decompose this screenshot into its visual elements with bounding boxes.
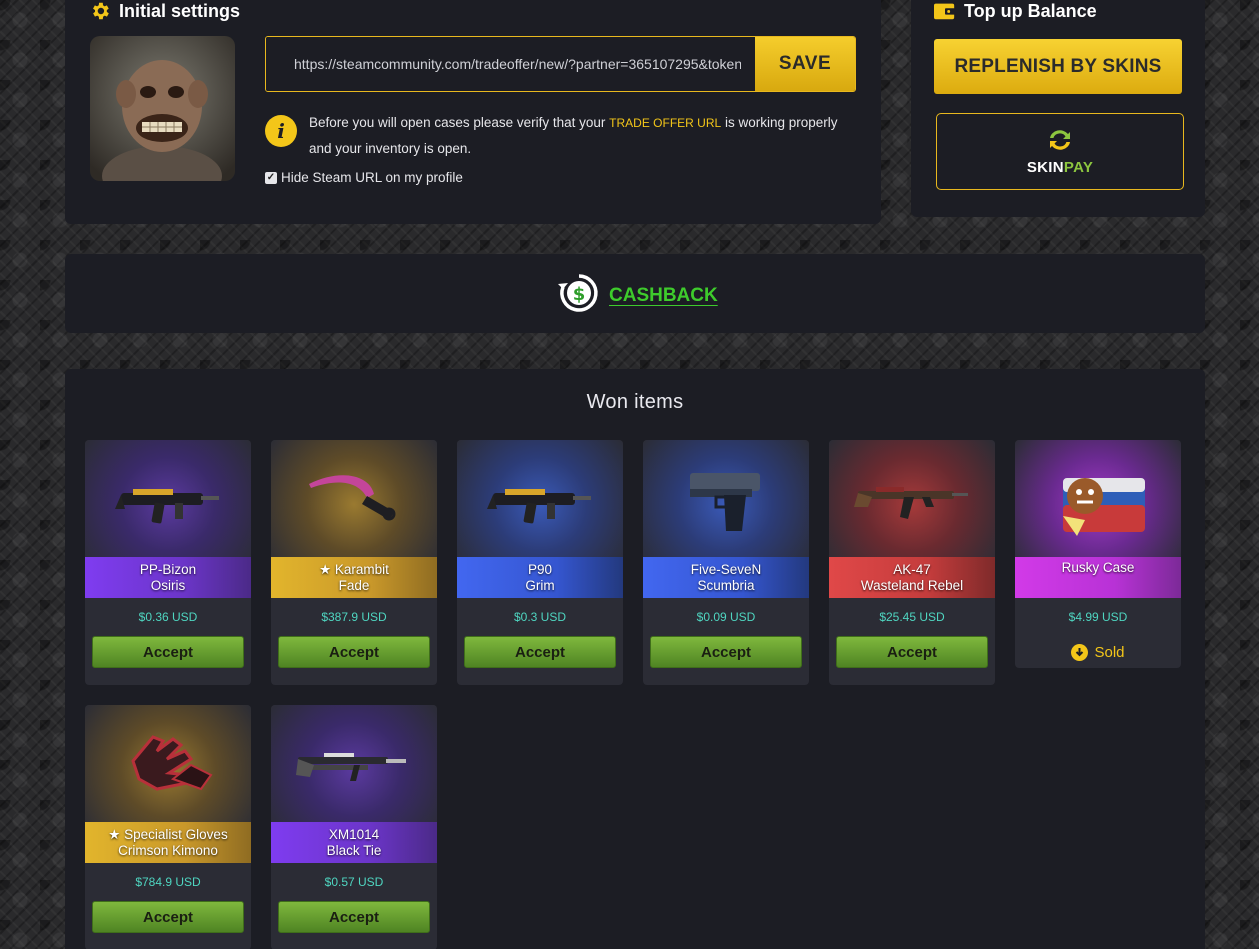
item-name: AK-47 Wasteland Rebel: [829, 557, 995, 598]
item-price: $784.9 USD: [135, 875, 201, 889]
won-item-card: Five-SeveN Scumbria $0.09 USD Accept: [643, 440, 809, 685]
cashback-panel: $ CASHBACK: [65, 254, 1205, 333]
skinpay-label: SKINPAY: [1027, 159, 1093, 176]
accept-button[interactable]: Accept: [278, 901, 430, 933]
hide-steam-url-option[interactable]: ✓ Hide Steam URL on my profile: [265, 170, 463, 185]
save-button[interactable]: SAVE: [755, 37, 855, 91]
item-price: $0.09 USD: [696, 610, 756, 624]
item-price: $0.3 USD: [513, 610, 567, 624]
item-name-line2: Grim: [525, 577, 555, 593]
item-name-line2: Wasteland Rebel: [860, 577, 964, 593]
item-name: Rusky Case: [1015, 557, 1181, 598]
initial-settings-title: Initial settings: [89, 0, 240, 22]
trade-url-info: i Before you will open cases please veri…: [265, 110, 856, 161]
item-price: $0.57 USD: [324, 875, 384, 889]
skinpay-label-pay: PAY: [1063, 158, 1094, 176]
hide-steam-url-label: Hide Steam URL on my profile: [281, 170, 463, 185]
accept-button[interactable]: Accept: [650, 636, 802, 668]
rifle-icon: [829, 440, 995, 557]
skinpay-logo-icon: [1046, 128, 1074, 157]
item-name-line1: PP-Bizon: [139, 561, 197, 577]
shotgun-icon: [271, 705, 437, 822]
accept-button[interactable]: Accept: [836, 636, 988, 668]
info-icon: i: [265, 115, 297, 147]
hide-steam-url-checkbox[interactable]: ✓: [265, 171, 277, 184]
item-price: $25.45 USD: [879, 610, 945, 624]
sold-status: Sold: [1015, 636, 1181, 668]
item-name: XM1014 Black Tie: [271, 822, 437, 863]
item-name: Five-SeveN Scumbria: [643, 557, 809, 598]
initial-settings-panel: Initial settings SAVE i Before you will …: [65, 0, 881, 224]
svg-text:$: $: [573, 284, 586, 305]
item-name-line1: Rusky Case: [1061, 560, 1135, 575]
item-name-line1: P90: [527, 561, 553, 577]
won-item-card: Rusky Case $4.99 USD Sold: [1015, 440, 1181, 668]
gloves-icon: [85, 705, 251, 822]
wallet-icon: [934, 0, 956, 22]
trade-offer-url-link[interactable]: TRADE OFFER URL: [609, 116, 721, 130]
won-items-title: Won items: [586, 391, 684, 413]
won-item-card: P90 Grim $0.3 USD Accept: [457, 440, 623, 685]
item-price: $4.99 USD: [1068, 610, 1128, 624]
top-up-label: Top up Balance: [964, 0, 1097, 21]
item-name: ★ Specialist Gloves Crimson Kimono: [85, 822, 251, 863]
won-item-card: ★ Specialist Gloves Crimson Kimono $784.9 …: [85, 705, 251, 949]
info-text: Before you will open cases please verify…: [309, 110, 856, 161]
accept-button[interactable]: Accept: [464, 636, 616, 668]
top-up-title: Top up Balance: [934, 0, 1097, 22]
pistol-icon: [643, 440, 809, 557]
sold-label: Sold: [1094, 643, 1125, 661]
item-name-line1: XM1014: [328, 826, 380, 842]
item-price: $0.36 USD: [138, 610, 198, 624]
item-name: PP-Bizon Osiris: [85, 557, 251, 598]
info-text-start: Before you will open cases please verify…: [309, 115, 610, 130]
item-name: ★ Karambit Fade: [271, 557, 437, 598]
avatar: [90, 36, 235, 181]
accept-button[interactable]: Accept: [278, 636, 430, 668]
item-name-line1: AK-47: [893, 561, 931, 577]
top-up-panel: Top up Balance REPLENISH BY SKINS SKINPA…: [911, 0, 1205, 217]
replenish-by-skins-button[interactable]: REPLENISH BY SKINS: [934, 39, 1182, 94]
trade-url-input[interactable]: [266, 37, 755, 91]
skinpay-button[interactable]: SKINPAY: [936, 113, 1184, 190]
accept-button[interactable]: Accept: [92, 636, 244, 668]
won-items-panel: Won items PP-Bizon Osiris $0.36 USD Accept ★…: [65, 369, 1205, 949]
cashback-label: CASHBACK: [609, 284, 718, 306]
won-item-card: XM1014 Black Tie $0.57 USD Accept: [271, 705, 437, 949]
item-name-line2: Crimson Kimono: [118, 842, 218, 858]
item-name-line1: Five-SeveN: [690, 561, 762, 577]
item-name: P90 Grim: [457, 557, 623, 598]
case-icon: [1015, 440, 1181, 557]
item-name-line2: Osiris: [150, 577, 186, 593]
item-name-line2: Scumbria: [697, 577, 755, 593]
won-item-card: AK-47 Wasteland Rebel $25.45 USD Accept: [829, 440, 995, 685]
initial-settings-label: Initial settings: [119, 0, 241, 21]
cashback-link[interactable]: $ CASHBACK: [557, 272, 718, 319]
coin-down-icon: [1071, 643, 1089, 661]
knife-icon: [271, 440, 437, 557]
smg-icon: [85, 440, 251, 557]
gear-icon: [89, 0, 111, 22]
item-name-line1: ★ Karambit: [319, 561, 389, 577]
item-price: $387.9 USD: [321, 610, 387, 624]
won-item-card: PP-Bizon Osiris $0.36 USD Accept: [85, 440, 251, 685]
item-name-line2: Black Tie: [326, 842, 382, 858]
skinpay-label-skin: SKIN: [1026, 158, 1064, 176]
item-name-line2: Fade: [338, 577, 370, 593]
cashback-icon: $: [557, 272, 601, 319]
won-item-card: ★ Karambit Fade $387.9 USD Accept: [271, 440, 437, 685]
item-name-line1: ★ Specialist Gloves: [108, 826, 228, 842]
smg-icon: [457, 440, 623, 557]
accept-button[interactable]: Accept: [92, 901, 244, 933]
trade-url-box: SAVE: [265, 36, 856, 92]
